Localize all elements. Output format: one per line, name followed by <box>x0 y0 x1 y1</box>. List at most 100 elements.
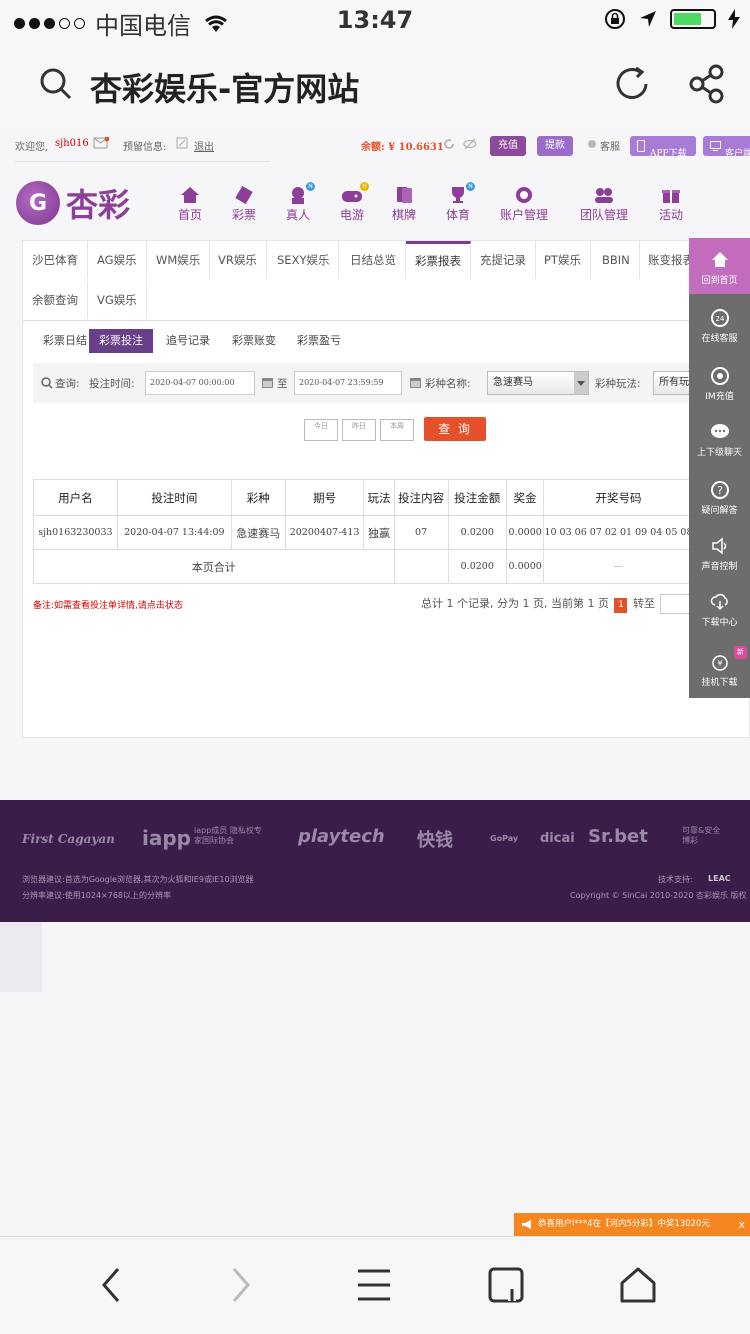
summary-empty <box>393 549 449 584</box>
nav-promotions[interactable]: 活动 <box>659 186 683 223</box>
tab-daily-overview[interactable]: 日结总览 <box>341 241 406 279</box>
side-home[interactable]: 回到首页 <box>689 250 750 286</box>
tab-bbin[interactable]: BBIN <box>593 241 640 279</box>
new-badge: N <box>306 182 315 191</box>
account-icon <box>516 187 532 203</box>
back-arrow-icon[interactable] <box>98 1265 124 1305</box>
subtab-account-change[interactable]: 彩票账变 <box>222 329 286 353</box>
tab-pt[interactable]: PT娱乐 <box>535 241 591 279</box>
side-im-recharge[interactable]: IM充值 <box>689 366 750 402</box>
subtab-chase[interactable]: 追号记录 <box>156 329 220 353</box>
table-header-row: 用户名 投注时间 彩种 期号 玩法 投注内容 投注金额 奖金 开奖号码 状态 <box>33 479 749 516</box>
lottery-name-value: 急速赛马 <box>493 377 533 388</box>
gift-icon <box>662 190 680 203</box>
bets-table: 用户名 投注时间 彩种 期号 玩法 投注内容 投注金额 奖金 开奖号码 状态 s… <box>33 479 749 584</box>
welcome-label: 欢迎您, <box>15 142 49 153</box>
logout-link[interactable]: 退出 <box>194 138 214 153</box>
nav-live-casino[interactable]: N 真人 <box>286 182 315 223</box>
customer-service-link[interactable]: 客服 <box>600 138 620 153</box>
tab-saba-sports[interactable]: 沙巴体育 <box>23 241 88 279</box>
cell-amount: 0.0200 <box>447 515 507 550</box>
forward-arrow-icon[interactable] <box>228 1265 254 1305</box>
cards-icon <box>397 187 412 203</box>
chevron-down-icon <box>574 372 588 394</box>
col-username: 用户名 <box>33 479 118 516</box>
main-nav: 首页 彩票 N 真人 H 电游 棋牌 N 体育 账户管理 团队管理 活动 <box>0 182 750 226</box>
subtab-profit-loss[interactable]: 彩票盈亏 <box>287 329 351 353</box>
side-label: IM充值 <box>705 392 734 402</box>
subtab-bets[interactable]: 彩票投注 <box>89 329 153 353</box>
close-icon[interactable]: x <box>738 1213 745 1236</box>
search-button[interactable]: 查 询 <box>424 417 486 441</box>
search-icon[interactable] <box>38 66 74 102</box>
nav-label: 真人 <box>286 208 311 222</box>
partner-logo: 可靠&安全 博彩 <box>682 826 721 845</box>
nav-account[interactable]: 账户管理 <box>500 186 548 223</box>
page-title[interactable]: 杏彩娱乐-官方网站 <box>90 64 359 110</box>
nav-slots[interactable]: H 电游 <box>340 182 369 223</box>
balance: 余额: ¥ 10.6631 <box>361 142 444 153</box>
cell-content: 07 <box>393 515 449 550</box>
refresh-balance-icon[interactable] <box>443 138 455 150</box>
speaker-icon <box>711 537 726 555</box>
start-time-input[interactable]: 2020-04-07 00:00:00 <box>145 371 255 395</box>
quick-week-button[interactable]: 本周 <box>380 419 414 441</box>
recharge-button[interactable]: 充值 <box>490 136 526 156</box>
report-tabs: 沙巴体育 AG娱乐 WM娱乐 VR娱乐 SEXY娱乐 日结总览 彩票报表 充提记… <box>23 241 750 321</box>
hide-balance-icon[interactable] <box>463 138 477 150</box>
summary-dash: — <box>543 549 694 584</box>
win-notice-bar[interactable]: 恭喜用户l***4在【河内5分彩】中奖13020元 x <box>514 1213 750 1236</box>
home-icon[interactable] <box>618 1265 658 1305</box>
quick-today-button[interactable]: 今日 <box>304 419 338 441</box>
copyright: Copyright © SinCai 2010-2020 杏彩娱乐 版权 <box>570 891 747 900</box>
partner-logo: playtech <box>298 826 385 847</box>
tab-ag[interactable]: AG娱乐 <box>88 241 147 279</box>
tab-deposit-withdraw[interactable]: 充提记录 <box>471 241 536 279</box>
question-icon: ? <box>710 481 729 499</box>
app-download-button[interactable]: APP下载 <box>630 136 696 159</box>
mail-icon[interactable] <box>93 137 109 149</box>
nav-label: 首页 <box>178 208 203 222</box>
nav-home[interactable]: 首页 <box>178 186 202 223</box>
summary-amount: 0.0200 <box>447 549 507 584</box>
client-download-button[interactable]: 客户端 <box>703 136 750 159</box>
side-sound-control[interactable]: 声音控制 <box>689 536 750 572</box>
nav-cards[interactable]: 棋牌 <box>392 186 416 223</box>
share-icon[interactable] <box>688 64 726 104</box>
calendar-icon[interactable] <box>262 377 273 388</box>
withdraw-button[interactable]: 提款 <box>537 136 573 156</box>
goto-page-input[interactable] <box>660 594 693 614</box>
nav-lottery[interactable]: 彩票 <box>232 186 256 223</box>
side-chat[interactable]: 上下级聊天 <box>689 422 750 458</box>
browser-address-bar: 杏彩娱乐-官方网站 <box>0 40 750 130</box>
refresh-icon[interactable] <box>612 64 652 104</box>
nav-sports[interactable]: N 体育 <box>446 182 475 223</box>
calendar-icon[interactable] <box>410 377 421 388</box>
nav-team[interactable]: 团队管理 <box>580 186 628 223</box>
web-page: 欢迎您, sjh016 预留信息: 退出 余额: ¥ 10.6631 充值 提款… <box>0 130 750 1205</box>
side-download-center[interactable]: 下载中心 <box>689 592 750 628</box>
cell-lottery: 急速赛马 <box>230 515 286 550</box>
edit-icon[interactable] <box>176 137 188 149</box>
lottery-name-select[interactable]: 急速赛马 <box>487 371 589 395</box>
tab-balance-query[interactable]: 余额查询 <box>23 281 88 319</box>
quick-yesterday-button[interactable]: 昨日 <box>342 419 376 441</box>
end-time-input[interactable]: 2020-04-07 23:59:59 <box>294 371 402 395</box>
nav-label: 团队管理 <box>580 208 629 222</box>
tab-lottery-report[interactable]: 彩票报表 <box>406 241 471 279</box>
partner-logos: First Cagayan iapp iapp成员 隐私权专家国际协会 play… <box>22 826 750 858</box>
table-row: sjh0163230033 2020-04-07 13:44:09 急速赛马 2… <box>33 515 749 550</box>
partner-logo: Sr.bet <box>588 826 648 847</box>
menu-icon[interactable] <box>356 1265 392 1305</box>
lottery-name-label: 彩种名称: <box>425 378 471 390</box>
support-icon[interactable] <box>587 139 597 151</box>
tab-sexy[interactable]: SEXY娱乐 <box>268 241 340 279</box>
tab-vr[interactable]: VR娱乐 <box>209 241 267 279</box>
tabs-icon[interactable] <box>488 1265 528 1305</box>
side-faq[interactable]: ? 疑问解答 <box>689 480 750 516</box>
page-number-current[interactable]: 1 <box>614 598 628 613</box>
tab-vg[interactable]: VG娱乐 <box>88 281 147 319</box>
side-online-service[interactable]: 24 在线客服 <box>689 308 750 344</box>
subtab-daily[interactable]: 彩票日结 <box>33 329 97 353</box>
tab-wm[interactable]: WM娱乐 <box>147 241 211 279</box>
